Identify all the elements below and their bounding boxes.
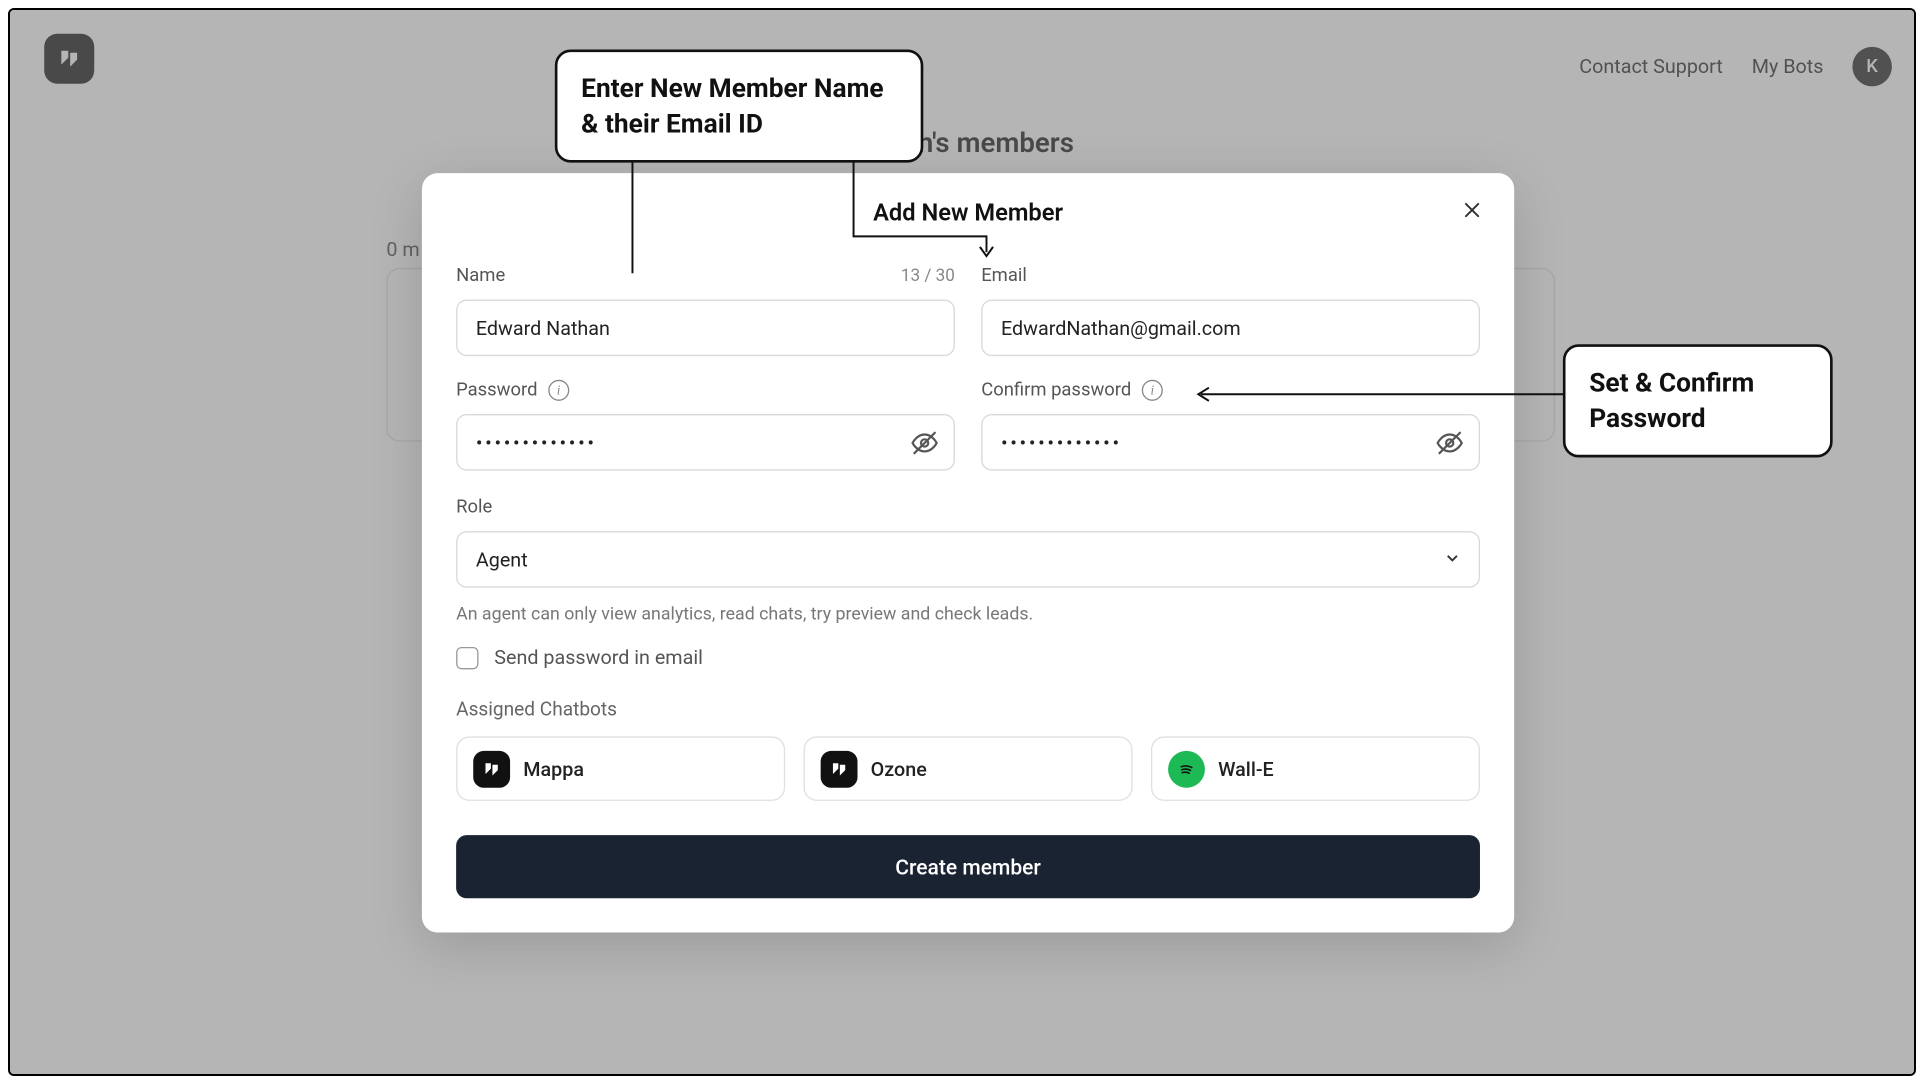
chatbot-name: Mappa: [523, 757, 584, 781]
chatbot-name: Ozone: [871, 757, 927, 781]
info-icon[interactable]: i: [548, 380, 569, 401]
add-member-modal: Add New Member Name 13 / 30 Email: [422, 173, 1514, 932]
info-icon[interactable]: i: [1142, 380, 1163, 401]
role-label: Role: [456, 497, 1480, 518]
chatbot-chip-walle[interactable]: Wall-E: [1151, 736, 1480, 800]
send-password-label: Send password in email: [494, 646, 703, 670]
confirm-password-input[interactable]: [981, 414, 1480, 471]
email-input[interactable]: [981, 300, 1480, 357]
chatbot-chip-mappa[interactable]: Mappa: [456, 736, 785, 800]
create-member-button[interactable]: Create member: [456, 835, 1480, 898]
chatbot-chip-ozone[interactable]: Ozone: [804, 736, 1133, 800]
name-input[interactable]: [456, 300, 955, 357]
role-description: An agent can only view analytics, read c…: [456, 604, 1480, 625]
eye-off-icon: [1435, 428, 1464, 457]
chatbot-icon: [473, 750, 510, 787]
confirm-password-label: Confirm password: [981, 380, 1131, 401]
email-label: Email: [981, 265, 1027, 286]
eye-off-icon: [910, 428, 939, 457]
send-password-checkbox[interactable]: [456, 646, 478, 668]
chatbot-icon: [821, 750, 858, 787]
password-input[interactable]: [456, 414, 955, 471]
close-button[interactable]: [1456, 194, 1488, 226]
toggle-confirm-visibility[interactable]: [1435, 428, 1464, 457]
callout-name-email: Enter New Member Name & their Email ID: [555, 49, 923, 162]
toggle-password-visibility[interactable]: [910, 428, 939, 457]
name-label: Name: [456, 265, 505, 286]
password-label: Password: [456, 380, 537, 401]
name-counter: 13 / 30: [901, 266, 955, 286]
callout-password: Set & Confirm Password: [1563, 344, 1833, 457]
close-icon: [1462, 200, 1483, 221]
chatbot-name: Wall-E: [1218, 757, 1274, 781]
modal-title: Add New Member: [873, 200, 1063, 228]
role-select[interactable]: Agent: [456, 531, 1480, 588]
assigned-chatbots-label: Assigned Chatbots: [456, 698, 1480, 720]
spotify-icon: [1168, 750, 1205, 787]
